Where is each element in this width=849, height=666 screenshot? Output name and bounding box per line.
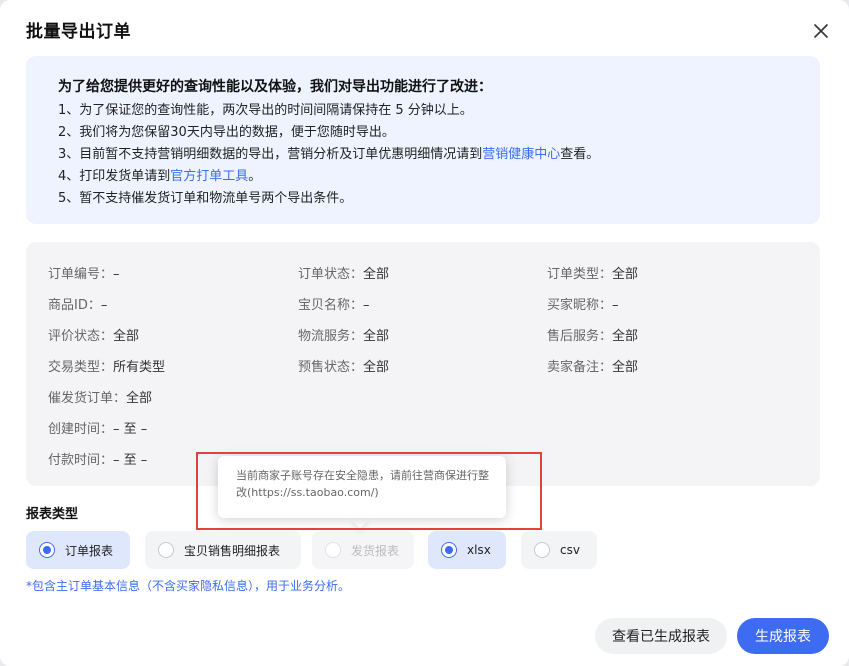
filter-value: 全部 xyxy=(612,267,639,282)
filter-label: 订单编号： xyxy=(48,267,114,282)
filter-label: 催发货订单： xyxy=(48,391,127,406)
filter-aftersale: 售后服务：全部 xyxy=(547,325,638,344)
filter-logistics: 物流服务：全部 xyxy=(298,325,389,344)
format-option-label: csv xyxy=(560,543,580,557)
filter-label: 付款时间： xyxy=(48,453,114,468)
radio-disabled-icon xyxy=(325,542,341,558)
filter-value: 全部 xyxy=(612,329,639,344)
format-option-xlsx[interactable]: xlsx xyxy=(428,531,506,569)
filter-item-name: 宝贝名称：– xyxy=(298,294,370,313)
view-generated-reports-button[interactable]: 查看已生成报表 xyxy=(595,618,727,654)
print-tool-link[interactable]: 官方打单工具 xyxy=(170,169,248,184)
filter-value: – 至 – xyxy=(113,422,148,437)
notice-line-5: 5、暂不支持催发货订单和物流单号两个导出条件。 xyxy=(58,191,353,206)
notice-line-2: 2、我们将为您保留30天内导出的数据，便于您随时导出。 xyxy=(58,125,395,140)
filter-label: 订单状态： xyxy=(298,267,364,282)
filter-trade-type: 交易类型：所有类型 xyxy=(48,356,165,375)
report-option-label: 宝贝销售明细报表 xyxy=(184,543,281,558)
format-option-label: xlsx xyxy=(467,543,491,557)
radio-unchecked-icon xyxy=(534,542,550,558)
close-icon xyxy=(814,24,828,38)
format-option-csv[interactable]: csv xyxy=(521,531,597,569)
filter-created-time: 创建时间：– 至 – xyxy=(48,418,147,437)
filter-product-id: 商品ID：– xyxy=(48,294,107,313)
notice-line-3-tail: 查看。 xyxy=(560,147,600,162)
filter-label: 卖家备注： xyxy=(547,360,613,375)
notice-line-4: 4、打印发货单请到官方打单工具。 xyxy=(58,166,820,188)
notice-heading: 为了给您提供更好的查询性能以及体验，我们对导出功能进行了改进： xyxy=(58,79,492,95)
filter-value: – xyxy=(113,267,120,282)
filter-value: 所有类型 xyxy=(113,360,166,375)
filter-value: – xyxy=(612,298,619,313)
report-type-label: 报表类型 xyxy=(26,507,79,522)
filter-order-type: 订单类型：全部 xyxy=(547,263,638,282)
filter-label: 商品ID： xyxy=(48,298,101,313)
close-button[interactable] xyxy=(807,17,835,45)
radio-checked-icon xyxy=(39,542,55,558)
filter-value: 全部 xyxy=(113,329,140,344)
filter-value: 全部 xyxy=(126,391,153,406)
filter-value: 全部 xyxy=(363,267,390,282)
filter-label: 售后服务： xyxy=(547,329,613,344)
report-hint: *包含主订单基本信息（不含买家隐私信息），用于业务分析。 xyxy=(26,579,351,593)
filter-value: 全部 xyxy=(363,360,390,375)
filter-label: 交易类型： xyxy=(48,360,114,375)
report-option-shipping: 发货报表 xyxy=(312,531,414,569)
radio-unchecked-icon xyxy=(158,542,174,558)
filter-label: 预售状态： xyxy=(298,360,364,375)
notice-line-4-tail: 。 xyxy=(248,169,262,184)
report-option-label: 订单报表 xyxy=(65,543,114,558)
report-option-label: 发货报表 xyxy=(351,543,400,558)
notice-panel: 为了给您提供更好的查询性能以及体验，我们对导出功能进行了改进： 1、为了保证您的… xyxy=(26,56,820,224)
filter-label: 宝贝名称： xyxy=(298,298,364,313)
filter-value: – 至 – xyxy=(113,453,148,468)
filter-order-no: 订单编号：– xyxy=(48,263,120,282)
filter-summary-panel: 订单编号：– 订单状态：全部 订单类型：全部 商品ID：– 宝贝名称：– 买家昵… xyxy=(26,242,820,486)
filter-seller-note: 卖家备注：全部 xyxy=(547,356,638,375)
notice-line-3-text: 3、目前暂不支持营销明细数据的导出，营销分析及订单优惠明细情况请到 xyxy=(58,147,483,162)
filter-buyer-nick: 买家昵称：– xyxy=(547,294,619,313)
filter-review-status: 评价状态：全部 xyxy=(48,325,139,344)
security-warning-tooltip: 当前商家子账号存在安全隐患，请前往营商保进行整改(https://ss.taob… xyxy=(218,456,506,518)
filter-value: – xyxy=(363,298,370,313)
report-option-item-sales[interactable]: 宝贝销售明细报表 xyxy=(145,531,301,569)
filter-paid-time: 付款时间：– 至 – xyxy=(48,449,147,468)
radio-checked-icon xyxy=(441,542,457,558)
generate-report-button[interactable]: 生成报表 xyxy=(737,618,829,654)
filter-label: 物流服务： xyxy=(298,329,364,344)
filter-urge-delivery: 催发货订单：全部 xyxy=(48,387,152,406)
filter-presale: 预售状态：全部 xyxy=(298,356,389,375)
notice-line-3: 3、目前暂不支持营销明细数据的导出，营销分析及订单优惠明细情况请到营销健康中心查… xyxy=(58,144,820,166)
export-orders-dialog: 批量导出订单 为了给您提供更好的查询性能以及体验，我们对导出功能进行了改进： 1… xyxy=(0,0,849,666)
filter-label: 评价状态： xyxy=(48,329,114,344)
filter-label: 买家昵称： xyxy=(547,298,613,313)
notice-line-4-text: 4、打印发货单请到 xyxy=(58,169,171,184)
report-option-order[interactable]: 订单报表 xyxy=(26,531,130,569)
notice-line-1: 1、为了保证您的查询性能，两次导出的时间间隔请保持在 5 分钟以上。 xyxy=(58,103,473,118)
filter-label: 创建时间： xyxy=(48,422,114,437)
filter-value: – xyxy=(100,298,108,313)
marketing-health-center-link[interactable]: 营销健康中心 xyxy=(482,147,560,162)
filter-value: 全部 xyxy=(612,360,639,375)
dialog-title: 批量导出订单 xyxy=(26,22,131,42)
filter-label: 订单类型： xyxy=(547,267,613,282)
filter-order-status: 订单状态：全部 xyxy=(298,263,389,282)
filter-value: 全部 xyxy=(363,329,390,344)
